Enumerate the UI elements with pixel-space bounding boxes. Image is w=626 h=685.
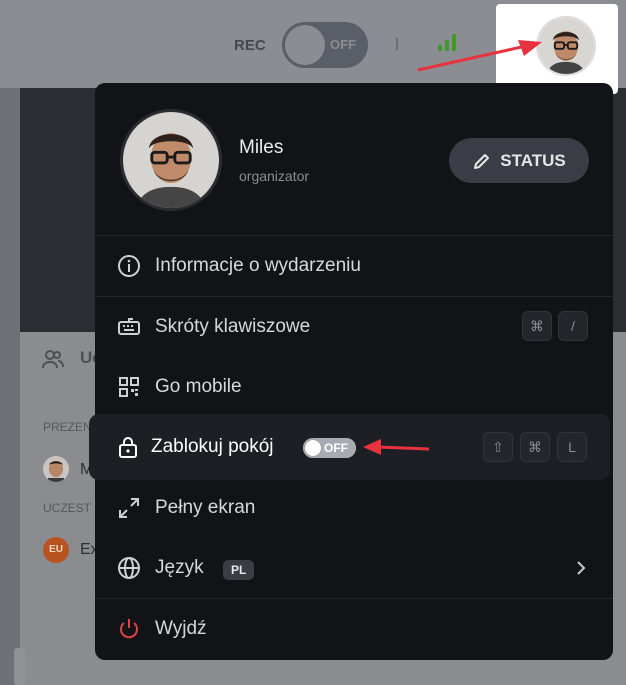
menu-item-go-mobile[interactable]: Go mobile	[95, 357, 613, 417]
pencil-icon	[474, 153, 490, 169]
key-shift: ⇧	[483, 432, 513, 462]
key-slash: /	[558, 311, 588, 341]
menu-item-logout[interactable]: Wyjdź	[95, 599, 613, 659]
menu-item-label: Informacje o wydarzeniu	[155, 255, 361, 276]
menu-item-event-info[interactable]: Informacje o wydarzeniu	[95, 236, 613, 296]
globe-icon	[118, 557, 140, 579]
power-icon	[120, 619, 138, 639]
chevron-right-icon	[577, 561, 586, 575]
rec-toggle[interactable]: OFF	[282, 22, 368, 68]
info-icon	[118, 255, 140, 277]
rec-toggle-knob	[285, 25, 325, 65]
menu-item-lock-room[interactable]: Zablokuj pokój OFF ⇧ ⌘ L	[89, 414, 610, 480]
participant-avatar-badge: EU	[43, 537, 69, 563]
expand-icon	[119, 498, 139, 518]
menu-item-label: Go mobile	[155, 376, 242, 397]
menu-item-label: Język	[155, 557, 204, 578]
annotation-arrow-icon	[363, 439, 430, 455]
people-icon	[42, 350, 64, 369]
menu-item-label: Pełny ekran	[155, 497, 256, 518]
lock-room-toggle[interactable]: OFF	[303, 438, 356, 458]
rec-label: REC	[234, 37, 266, 54]
qr-code-icon	[119, 377, 139, 397]
menu-item-label: Wyjdź	[155, 618, 207, 639]
rec-toggle-text: OFF	[330, 37, 356, 52]
key-l: L	[557, 432, 587, 462]
annotation-arrow-icon	[417, 40, 542, 72]
user-role: organizator	[239, 168, 310, 184]
topbar-separator	[396, 38, 398, 50]
profile-avatar	[120, 109, 222, 211]
key-command: ⌘	[520, 432, 550, 462]
section-participants: UCZEST	[43, 501, 91, 515]
left-strip	[0, 88, 20, 685]
menu-item-fullscreen[interactable]: Pełny ekran	[95, 478, 613, 538]
avatar	[43, 456, 69, 482]
status-button-label: STATUS	[500, 150, 566, 170]
user-avatar-button[interactable]	[536, 16, 596, 76]
scrollbar-thumb[interactable]	[14, 648, 26, 685]
keyboard-icon	[118, 318, 140, 335]
menu-item-shortcuts[interactable]: Skróty klawiszowe ⌘ /	[95, 297, 613, 357]
menu-item-label: Skróty klawiszowe	[155, 316, 311, 337]
section-presenters: PREZEN	[43, 420, 92, 434]
language-badge: PL	[223, 560, 255, 580]
toggle-knob	[305, 440, 321, 456]
key-command: ⌘	[522, 311, 552, 341]
user-name: Miles	[239, 137, 284, 158]
menu-item-label: Zablokuj pokój	[151, 436, 274, 457]
lock-icon	[119, 437, 137, 458]
menu-item-language[interactable]: Język PL	[95, 538, 613, 598]
status-button[interactable]: STATUS	[449, 138, 589, 183]
toggle-text: OFF	[324, 441, 348, 455]
